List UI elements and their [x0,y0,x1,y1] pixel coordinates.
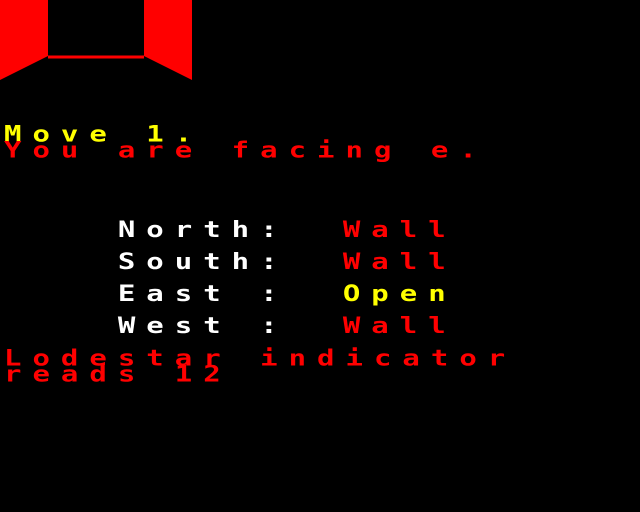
direction-label: North: [117,216,289,243]
right-wall [144,0,192,80]
direction-status: Wall [342,312,457,339]
left-wall [0,0,48,80]
maze-3d-view [0,0,192,80]
lodestar-indicator-line2: reads 12 [4,360,232,388]
direction-label: East : [117,280,289,307]
direction-east: East : Open [4,270,457,305]
direction-west: West : Wall [4,302,457,337]
direction-south: South: Wall [4,238,457,273]
direction-status: Open [342,280,457,307]
direction-status: Wall [342,216,457,243]
direction-status: Wall [342,248,457,275]
direction-label: South: [117,248,289,275]
direction-label: West : [117,312,289,339]
game-screen: Move 1. You are facing e. North: Wall Sou… [0,0,640,512]
facing-text: You are facing e. [4,136,488,164]
direction-north: North: Wall [4,206,457,241]
